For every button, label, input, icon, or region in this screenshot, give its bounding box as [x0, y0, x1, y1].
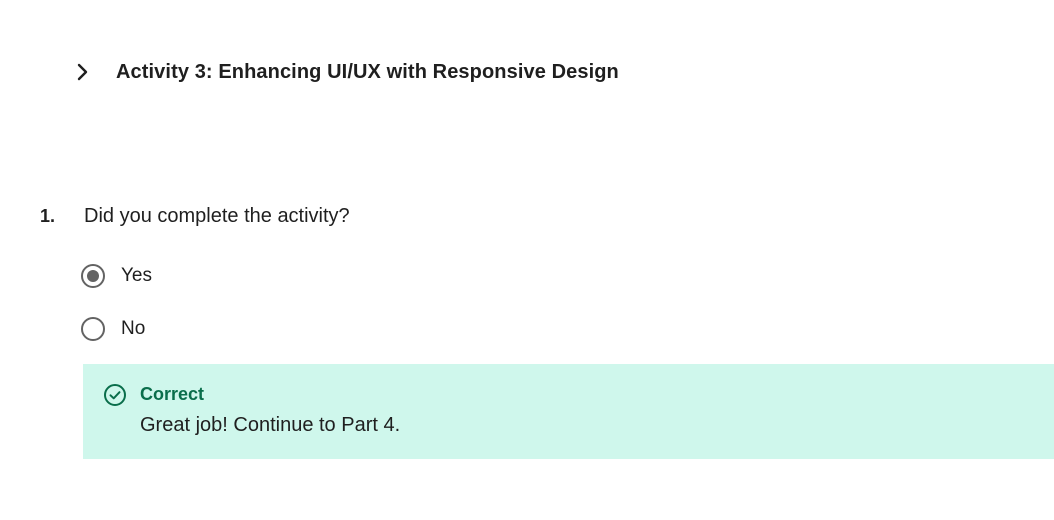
feedback-banner: Correct Great job! Continue to Part 4.	[83, 364, 1054, 459]
option-yes-label: Yes	[121, 265, 152, 286]
question-number: 1.	[40, 206, 56, 226]
activity-title: Activity 3: Enhancing UI/UX with Respons…	[116, 60, 619, 83]
activity-toggle[interactable]: Activity 3: Enhancing UI/UX with Respons…	[74, 56, 619, 88]
feedback-title: Correct	[140, 384, 205, 404]
radio-selected-dot	[87, 270, 99, 282]
chevron-right-icon	[74, 63, 92, 81]
radio-yes[interactable]	[81, 264, 105, 288]
question: 1. Did you complete the activity?	[40, 205, 350, 228]
option-no-label: No	[121, 318, 146, 339]
check-circle-icon	[103, 383, 127, 407]
radio-no[interactable]	[81, 317, 105, 341]
option-yes[interactable]: Yes	[81, 264, 152, 288]
option-no[interactable]: No	[81, 317, 145, 341]
feedback-message: Great job! Continue to Part 4.	[140, 414, 401, 436]
question-text: Did you complete the activity?	[84, 205, 350, 227]
